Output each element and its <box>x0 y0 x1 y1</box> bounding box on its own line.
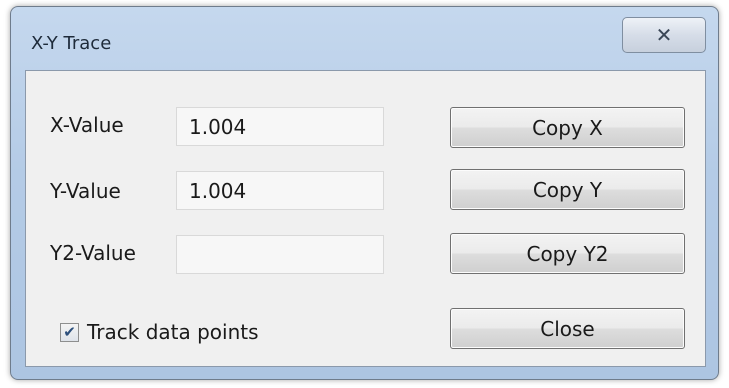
copy-y-button[interactable]: Copy Y <box>450 169 685 210</box>
track-data-points-label: Track data points <box>87 320 259 344</box>
x-value-label: X-Value <box>50 113 124 137</box>
y-value-field[interactable]: 1.004 <box>176 171 384 210</box>
y2-value-label: Y2-Value <box>50 241 136 265</box>
dialog-title: X-Y Trace <box>31 33 112 54</box>
y-value-label: Y-Value <box>50 179 121 203</box>
close-button[interactable]: Close <box>450 308 685 349</box>
checkmark-icon: ✔ <box>63 322 76 341</box>
close-icon: ✕ <box>655 23 673 47</box>
xy-trace-dialog: X-Y Trace ✕ X-Value 1.004 Y-Value 1.004 … <box>10 6 719 380</box>
x-value-field[interactable]: 1.004 <box>176 107 384 146</box>
copy-x-button[interactable]: Copy X <box>450 107 685 148</box>
close-window-button[interactable]: ✕ <box>622 17 706 53</box>
copy-y2-button[interactable]: Copy Y2 <box>450 233 685 274</box>
track-data-points-checkbox[interactable]: ✔ <box>60 322 79 342</box>
dialog-body: X-Value 1.004 Y-Value 1.004 Y2-Value Cop… <box>25 70 706 367</box>
y2-value-field[interactable] <box>176 235 384 274</box>
track-data-points-option[interactable]: ✔ Track data points <box>60 320 259 344</box>
